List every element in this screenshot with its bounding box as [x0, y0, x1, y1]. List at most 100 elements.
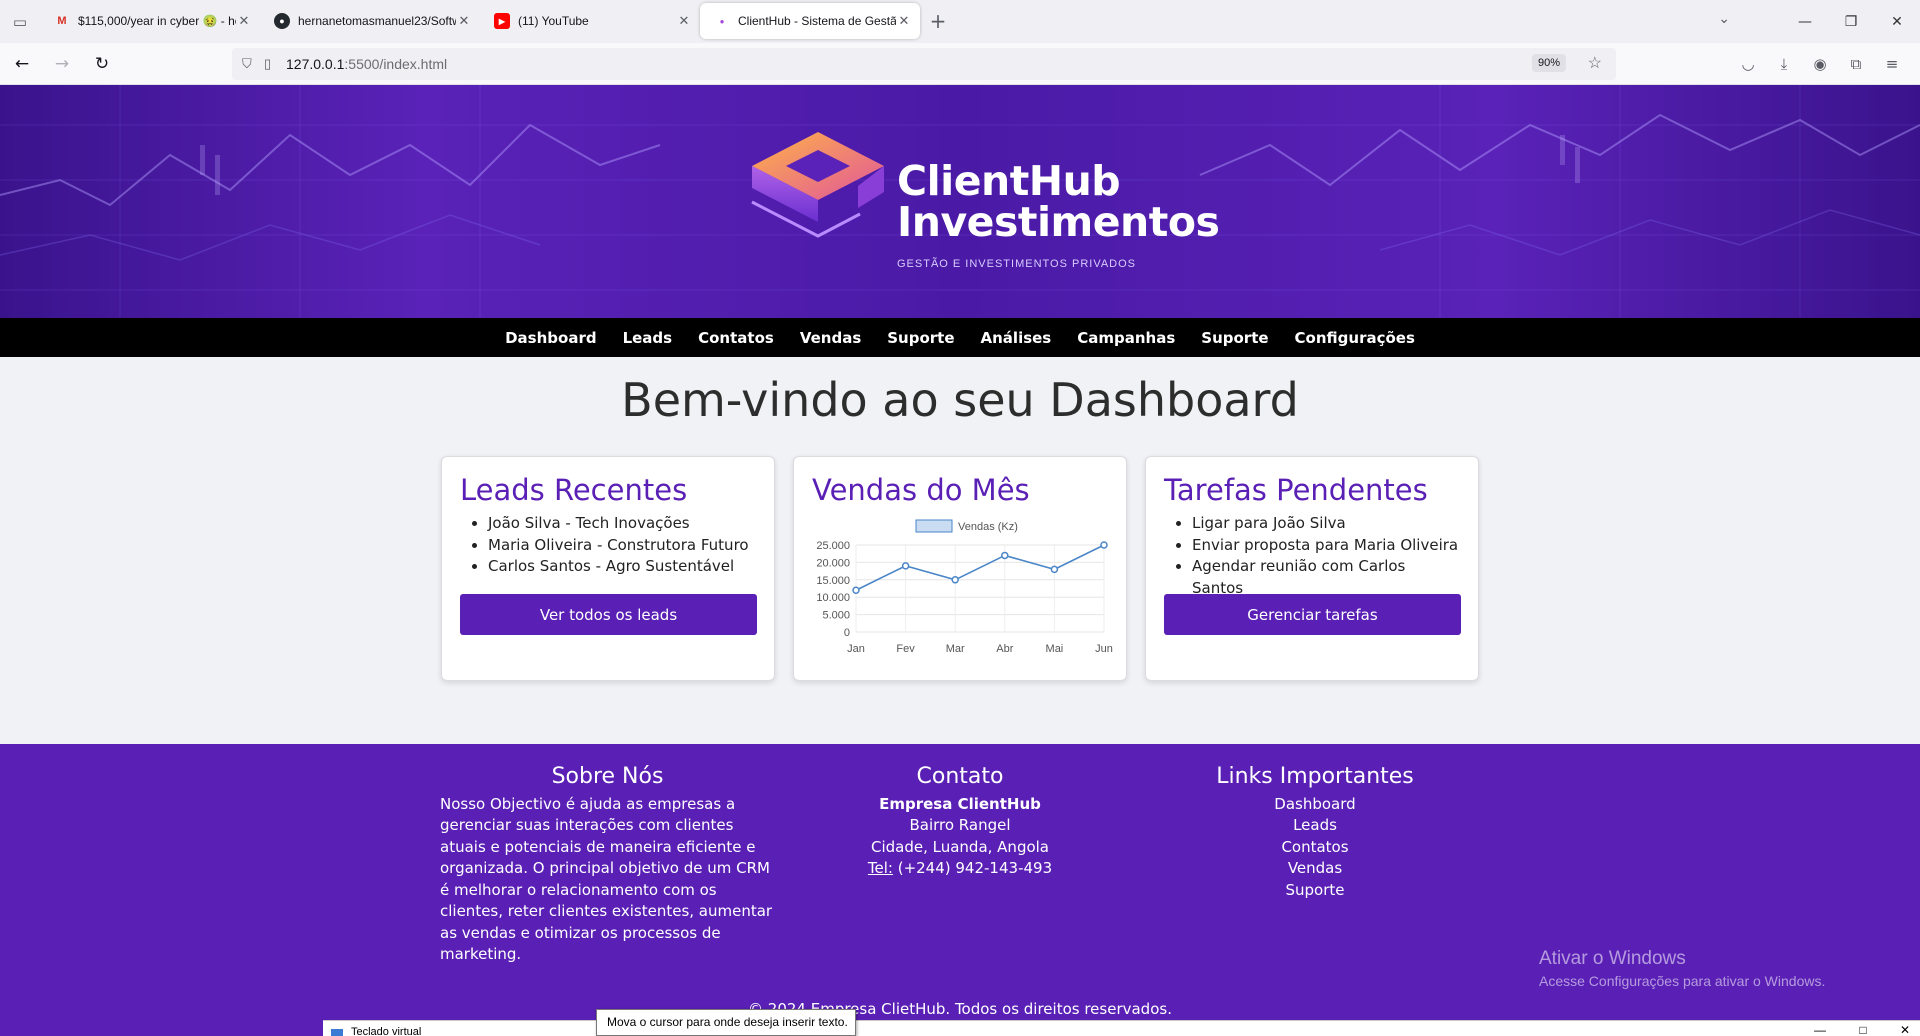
- clienthub-logo-icon: [751, 132, 884, 238]
- minimize-icon[interactable]: —: [1814, 1023, 1826, 1036]
- view-all-leads-button[interactable]: Ver todos os leads: [460, 594, 757, 635]
- close-tab-icon[interactable]: ✕: [236, 13, 252, 29]
- footer-link-leads[interactable]: Leads: [1175, 815, 1455, 837]
- leads-list: João Silva - Tech Inovações Maria Olivei…: [460, 513, 756, 578]
- gmail-icon: M: [57, 15, 67, 27]
- menu-item-campanhas[interactable]: Campanhas: [1064, 329, 1188, 347]
- main-menu: Dashboard Leads Contatos Vendas Suporte …: [0, 318, 1920, 357]
- x-tick-label: Jan: [847, 643, 865, 655]
- url-bar[interactable]: ⛉ ▯ 127.0.0.1:5500/index.html 90% ☆: [232, 48, 1616, 80]
- legend-label: Vendas (Kz): [958, 521, 1018, 533]
- menu-icon[interactable]: ≡: [1874, 55, 1910, 73]
- footer-link-suporte[interactable]: Suporte: [1175, 880, 1455, 902]
- sales-line-chart: 25.000 20.000 15.000 10.000 5.000 0 Jan Fev Mar A…: [816, 519, 1113, 655]
- tab-gmail[interactable]: M $115,000/year in cyber 🤢 - hernanetoma…: [40, 3, 260, 39]
- tasks-list: Ligar para João Silva Enviar proposta pa…: [1164, 513, 1460, 599]
- page-icon: ▯: [264, 56, 272, 71]
- footer-heading: Contato: [916, 764, 1004, 789]
- footer-contact: Contato Empresa ClientHub Bairro Rangel …: [840, 766, 1080, 880]
- reload-icon[interactable]: ↻: [84, 46, 120, 82]
- shield-icon[interactable]: ⛉: [242, 56, 264, 72]
- minimize-icon[interactable]: —: [1782, 14, 1828, 30]
- tab-youtube[interactable]: ▶ (11) YouTube ✕: [480, 3, 700, 39]
- menu-item-leads[interactable]: Leads: [610, 329, 686, 347]
- x-tick-label: Jun: [1095, 643, 1113, 655]
- footer-heading: Links Importantes: [1216, 764, 1414, 789]
- phone-label: Tel:: [867, 859, 893, 877]
- list-item: João Silva - Tech Inovações: [488, 513, 756, 535]
- y-tick-label: 20.000: [816, 557, 850, 569]
- menu-item-configuracoes[interactable]: Configurações: [1282, 329, 1428, 347]
- list-item: Agendar reunião com Carlos Santos: [1192, 556, 1460, 599]
- chevron-down-icon[interactable]: ⌄: [1718, 11, 1730, 27]
- close-tab-icon[interactable]: ✕: [676, 13, 692, 29]
- manage-tasks-button[interactable]: Gerenciar tarefas: [1164, 594, 1461, 635]
- window-controls: — ❐ ✕: [1782, 0, 1920, 43]
- url-host: 127.0.0.1: [286, 56, 345, 72]
- footer-heading: Sobre Nós: [551, 764, 664, 789]
- account-icon[interactable]: ◉: [1802, 55, 1838, 73]
- tab-list-icon[interactable]: ▭: [0, 0, 40, 43]
- pocket-icon[interactable]: ◡: [1730, 55, 1766, 73]
- brand-name-line2: Investimentos: [897, 198, 1220, 246]
- virtual-keyboard-window: Teclado virtual — □ ✕: [323, 1020, 1920, 1036]
- bookmark-star-icon[interactable]: ☆: [1588, 53, 1602, 73]
- tab-github[interactable]: ● hernanetomasmanuel23/Software ✕: [260, 3, 480, 39]
- list-item: Carlos Santos - Agro Sustentável: [488, 556, 756, 578]
- close-icon[interactable]: ✕: [1900, 1023, 1910, 1036]
- zoom-level-badge[interactable]: 90%: [1531, 54, 1566, 72]
- data-point: [1050, 565, 1059, 574]
- youtube-icon: ▶: [494, 13, 510, 29]
- restore-icon[interactable]: ❐: [1828, 14, 1874, 30]
- series-line: [855, 544, 1105, 591]
- menu-item-analises[interactable]: Análises: [968, 329, 1065, 347]
- browser-tab-bar: ▭ M $115,000/year in cyber 🤢 - hernaneto…: [0, 0, 1920, 43]
- x-tick-label: Mar: [946, 643, 965, 655]
- menu-item-vendas[interactable]: Vendas: [787, 329, 874, 347]
- menu-item-suporte-2[interactable]: Suporte: [1188, 329, 1281, 347]
- phone-line: Tel: (+244) 942-143-493: [840, 858, 1080, 880]
- clienthub-icon: ●: [719, 16, 725, 26]
- card-title: Tarefas Pendentes: [1164, 473, 1428, 507]
- forward-arrow-icon[interactable]: →: [44, 46, 80, 82]
- tab-title: (11) YouTube: [518, 14, 589, 28]
- keyboard-window-title: Teclado virtual: [351, 1026, 422, 1036]
- card-title: Leads Recentes: [460, 473, 688, 507]
- tab-clienthub[interactable]: ● ClientHub - Sistema de Gestão de Clien…: [700, 3, 920, 39]
- legend-swatch: [915, 519, 953, 533]
- keyboard-icon: [331, 1029, 343, 1036]
- footer-link-dashboard[interactable]: Dashboard: [1175, 794, 1455, 816]
- toolbar-icons: ◡ ⤓ ◉ ⧉ ≡: [1730, 43, 1910, 85]
- y-tick-label: 25.000: [816, 540, 850, 552]
- menu-item-dashboard[interactable]: Dashboard: [492, 329, 609, 347]
- keyboard-window-controls: — □ ✕: [1784, 1023, 1910, 1036]
- browser-navigation-bar: ← → ↻ ⛉ ▯ 127.0.0.1:5500/index.html 90% …: [0, 43, 1920, 85]
- close-tab-icon[interactable]: ✕: [896, 13, 912, 29]
- close-window-icon[interactable]: ✕: [1874, 14, 1920, 30]
- y-tick-label: 15.000: [816, 575, 850, 587]
- phone-number: (+244) 942-143-493: [892, 859, 1053, 877]
- footer-about: Sobre Nós Nosso Objectivo é ajuda as emp…: [440, 766, 775, 966]
- x-tick-label: Mai: [1046, 643, 1064, 655]
- extensions-icon[interactable]: ⧉: [1838, 55, 1874, 73]
- maximize-icon[interactable]: □: [1859, 1023, 1866, 1036]
- download-icon[interactable]: ⤓: [1766, 55, 1802, 73]
- y-tick-label: 0: [844, 627, 850, 639]
- data-point: [901, 562, 910, 570]
- menu-item-contatos[interactable]: Contatos: [685, 329, 787, 347]
- tooltip: Mova o cursor para onde deseja inserir t…: [596, 1009, 856, 1036]
- footer-link-contatos[interactable]: Contatos: [1175, 837, 1455, 859]
- address-line: Bairro Rangel: [909, 816, 1011, 834]
- new-tab-button[interactable]: +: [920, 3, 956, 39]
- recent-leads-card: Leads Recentes João Silva - Tech Inovaçõ…: [441, 456, 775, 681]
- list-item: Ligar para João Silva: [1192, 513, 1460, 535]
- footer-link-vendas[interactable]: Vendas: [1175, 858, 1455, 880]
- back-arrow-icon[interactable]: ←: [4, 46, 40, 82]
- close-tab-icon[interactable]: ✕: [456, 13, 472, 29]
- page-title: Bem-vindo ao seu Dashboard: [621, 373, 1299, 427]
- url-path: :5500/index.html: [344, 56, 448, 72]
- github-icon: ●: [274, 13, 290, 29]
- menu-item-suporte[interactable]: Suporte: [874, 329, 967, 347]
- y-tick-label: 5.000: [822, 610, 850, 622]
- data-point: [852, 586, 860, 594]
